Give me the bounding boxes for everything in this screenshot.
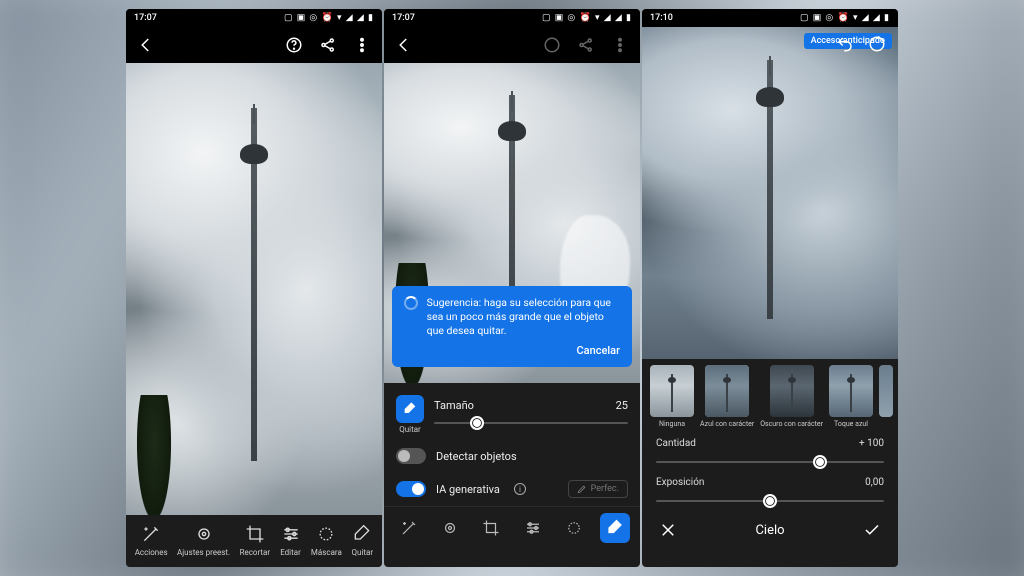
hint-text: Sugerencia: haga su selección para que s… (427, 296, 619, 339)
spinner-icon (404, 296, 418, 310)
app-header (126, 27, 382, 63)
photo-tree (134, 395, 174, 515)
status-bar: 17:07 ▢ ▣ ◎ ⏰ ▾ ◢ ◢ ▮ (384, 9, 640, 27)
bottom-toolbar: Acciones Ajustes preest. Recortar Editar Más… (126, 515, 382, 567)
help-icon[interactable] (868, 35, 886, 55)
thumb-label: Toque azul (834, 420, 868, 428)
remove-panel: Quitar Tamaño 25 D (384, 383, 640, 551)
overflow-menu-icon[interactable] (610, 35, 630, 55)
size-value: 25 (616, 399, 628, 412)
sky-footer: Cielo (642, 510, 898, 550)
status-bar: 17:10 ▢ ▣ ◎ ⏰ ▾ ◢ ◢ ▮ (642, 9, 898, 27)
status-time: 17:10 (650, 13, 673, 23)
cancel-button[interactable] (658, 520, 678, 540)
tool-mascara[interactable]: Máscara (311, 523, 342, 557)
phone-screen-2: 17:07 ▢ ▣ ◎ ⏰ ▾ ◢ ◢ ▮ (384, 9, 640, 567)
tool-quitar[interactable]: Quitar (351, 523, 373, 557)
tool-label: Editar (280, 548, 301, 557)
photo-canvas[interactable]: Sugerencia: haga su selección para que s… (384, 63, 640, 383)
back-button[interactable] (136, 35, 156, 55)
sky-preset-thumbnails: Ninguna Azul con carácter Oscuro con carác… (642, 359, 898, 430)
help-icon[interactable] (542, 35, 562, 55)
hint-tooltip: Sugerencia: haga su selección para que s… (392, 286, 632, 367)
sky-title: Cielo (755, 523, 784, 538)
tool-chip-label: Quitar (399, 425, 421, 434)
status-icons: ▢ ▣ ◎ ⏰ ▾ ◢ ◢ ▮ (542, 13, 632, 23)
generative-ai-toggle[interactable] (396, 481, 426, 497)
confirm-button[interactable] (862, 520, 882, 540)
mode-crop-icon[interactable] (476, 513, 506, 543)
status-time: 17:07 (392, 13, 415, 23)
detect-objects-toggle[interactable] (396, 448, 426, 464)
photo-tower-head (498, 121, 526, 141)
tool-ajustes[interactable]: Ajustes preest. (177, 523, 230, 557)
sky-thumb-oscuro-caracter[interactable]: Oscuro con carácter (760, 365, 823, 428)
amount-value: + 100 (859, 438, 884, 449)
exposure-label: Exposición (656, 477, 704, 488)
phone-screen-3: 17:10 ▢ ▣ ◎ ⏰ ▾ ◢ ◢ ▮ Acceso anticipado … (642, 9, 898, 567)
generative-ai-label: IA generativa (436, 483, 500, 496)
photo-canvas[interactable] (126, 63, 382, 515)
size-label: Tamaño (434, 399, 474, 412)
quitar-icon (351, 523, 373, 545)
thumb-label: Ninguna (659, 420, 685, 428)
sky-thumb-mas[interactable] (879, 365, 893, 428)
tool-label: Acciones (135, 548, 168, 557)
mode-mask-icon[interactable] (559, 513, 589, 543)
tool-label: Máscara (311, 548, 342, 557)
share-icon[interactable] (576, 35, 596, 55)
sky-thumb-ninguna[interactable]: Ninguna (650, 365, 694, 428)
sky-thumb-toque-azul[interactable]: Toque azul (829, 365, 873, 428)
mode-wand-icon[interactable] (394, 513, 424, 543)
phone-screen-1: 17:07 ▢ ▣ ◎ ⏰ ▾ ◢ ◢ ▮ (126, 9, 382, 567)
sky-sliders: Cantidad + 100 Exposición 0,00 (642, 430, 898, 510)
mode-adjust-icon[interactable] (518, 513, 548, 543)
exposure-slider[interactable] (656, 494, 884, 508)
app-header (384, 27, 640, 63)
acciones-icon (140, 523, 162, 545)
recortar-icon (244, 523, 266, 545)
detect-objects-label: Detectar objetos (436, 450, 517, 463)
amount-label: Cantidad (656, 438, 696, 449)
hint-cancel-button[interactable]: Cancelar (404, 344, 620, 359)
undo-icon[interactable] (836, 35, 854, 55)
ajustes-icon (193, 523, 215, 545)
tool-label: Recortar (240, 548, 271, 557)
sky-header (642, 27, 898, 63)
eraser-icon (396, 395, 424, 423)
tool-recortar[interactable]: Recortar (240, 523, 271, 557)
editar-icon (280, 523, 302, 545)
tool-label: Ajustes preest. (177, 548, 230, 557)
help-icon[interactable] (284, 35, 304, 55)
status-icons: ▢ ▣ ◎ ⏰ ▾ ◢ ◢ ▮ (284, 13, 374, 23)
status-time: 17:07 (134, 13, 157, 23)
tool-chip-quitar[interactable]: Quitar (396, 395, 424, 434)
refine-button[interactable]: Perfec. (568, 480, 628, 498)
phone-row: 17:07 ▢ ▣ ◎ ⏰ ▾ ◢ ◢ ▮ (0, 0, 1024, 576)
back-button[interactable] (394, 35, 414, 55)
tool-editar[interactable]: Editar (280, 523, 302, 557)
mascara-icon (315, 523, 337, 545)
mode-heal-icon[interactable] (435, 513, 465, 543)
tool-label: Quitar (351, 548, 373, 557)
size-slider[interactable] (434, 416, 628, 430)
thumb-label: Azul con carácter (700, 420, 754, 428)
thumb-label: Oscuro con carácter (760, 420, 823, 428)
share-icon[interactable] (318, 35, 338, 55)
overflow-menu-icon[interactable] (352, 35, 372, 55)
sky-thumb-azul-caracter[interactable]: Azul con carácter (700, 365, 754, 428)
amount-slider[interactable] (656, 455, 884, 469)
status-icons: ▢ ▣ ◎ ⏰ ▾ ◢ ◢ ▮ (800, 13, 890, 23)
exposure-value: 0,00 (865, 477, 884, 488)
photo-canvas[interactable]: Acceso anticipado (642, 27, 898, 359)
status-bar: 17:07 ▢ ▣ ◎ ⏰ ▾ ◢ ◢ ▮ (126, 9, 382, 27)
mode-bar (384, 506, 640, 551)
photo-tower-head (240, 144, 268, 164)
photo-tower-head (756, 87, 784, 107)
mode-erase-icon[interactable] (600, 513, 630, 543)
info-icon[interactable]: i (514, 483, 526, 495)
tool-acciones[interactable]: Acciones (135, 523, 168, 557)
